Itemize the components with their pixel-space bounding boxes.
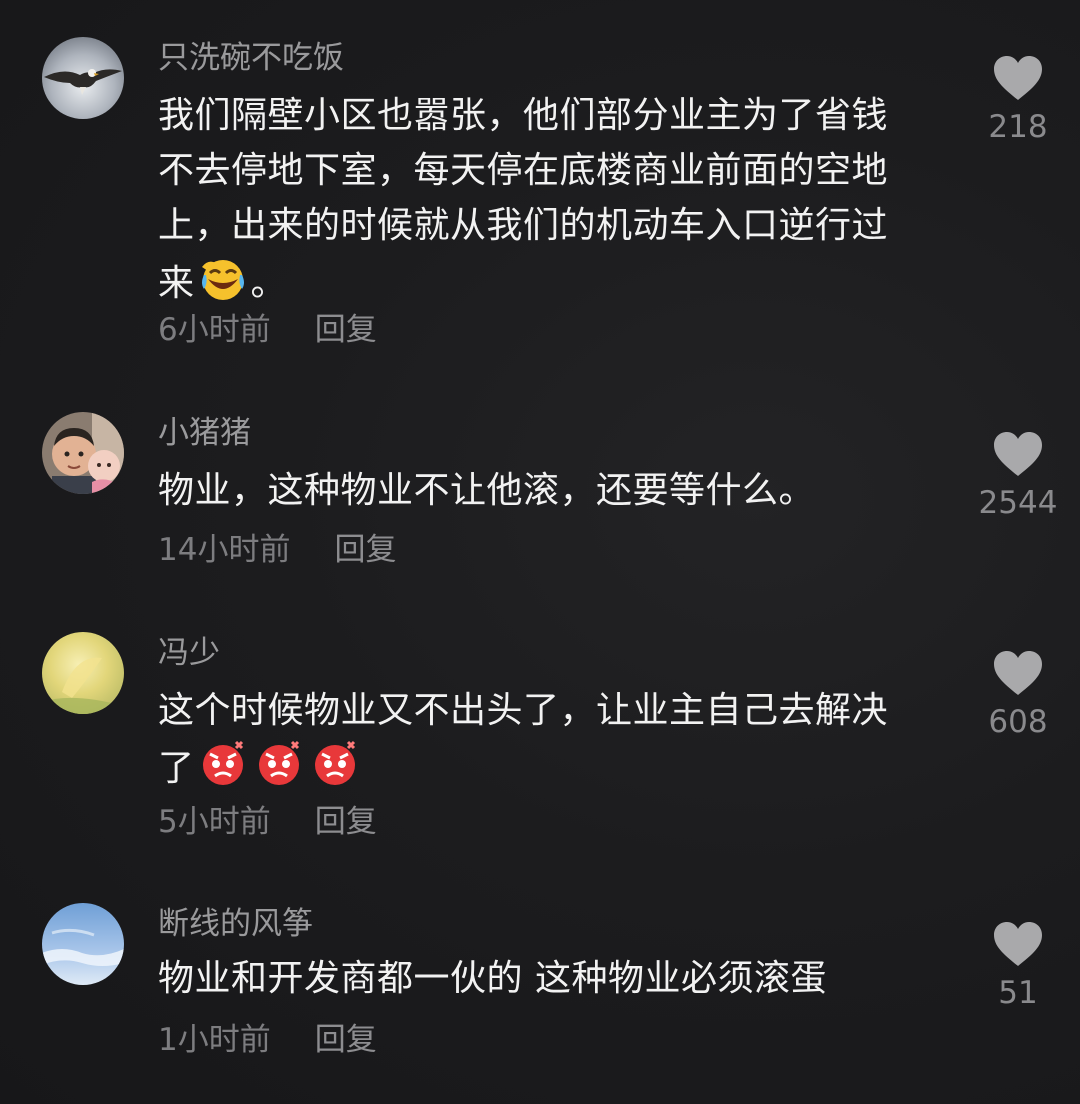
username[interactable]: 只洗碗不吃饭 [158,38,344,78]
yellow-flower-avatar-icon [42,632,124,714]
comment-list: 只洗碗不吃饭 我们隔壁小区也嚣张，他们部分业主为了省钱 不去停地下室，每天停在底… [0,0,1080,1104]
username[interactable]: 小猪猪 [158,413,251,453]
eagle-avatar-icon [42,37,124,119]
comment-text-fragment: 。 [250,263,288,304]
heart-icon [994,922,1042,966]
user-avatar[interactable] [42,632,124,714]
user-avatar[interactable] [42,37,124,119]
heart-icon [994,432,1042,476]
comment-text-fragment: 了 [158,748,195,789]
angry-face-emoji-icon [198,738,248,788]
username[interactable]: 冯少 [158,633,220,673]
comment-text-line-last: 了 [158,738,958,796]
comment-text-line: 上，出来的时候就从我们的机动车入口逆行过 [158,205,889,246]
comment-text: 物业和开发商都一伙的 这种物业必须滚蛋 [158,951,958,1006]
username[interactable]: 断线的风筝 [158,904,313,944]
comment-meta: 1小时前 回复 [158,1020,377,1060]
comment-text: 这个时候物业又不出头了，让业主自己去解决 了 [158,683,958,796]
like-button[interactable]: 2544 [958,432,1078,522]
comment-text: 我们隔壁小区也嚣张，他们部分业主为了省钱 不去停地下室，每天停在底楼商业前面的空… [158,88,958,311]
comment-text-line-last: 来 。 [158,253,958,311]
like-button[interactable]: 218 [958,56,1078,146]
comment-time: 14小时前 [158,532,291,568]
comment-text-line: 不去停地下室，每天停在底楼商业前面的空地 [158,150,889,191]
comment-text: 物业，这种物业不让他滚，还要等什么。 [158,463,958,518]
user-avatar[interactable] [42,412,124,494]
comment-text-line: 物业，这种物业不让他滚，还要等什么。 [158,470,816,511]
like-count: 2544 [978,485,1058,521]
angry-face-emoji-icon [254,738,304,788]
like-count: 51 [998,975,1038,1011]
comment-time: 5小时前 [158,804,271,840]
comment-time: 6小时前 [158,312,271,348]
reply-button[interactable]: 回复 [315,312,377,348]
comment-text-fragment: 来 [158,263,195,304]
reply-button[interactable]: 回复 [315,804,377,840]
comment-meta: 14小时前 回复 [158,530,396,570]
rolling-laughing-emoji-icon [198,253,248,303]
like-button[interactable]: 608 [958,651,1078,741]
comment-meta: 5小时前 回复 [158,802,377,842]
comment-meta: 6小时前 回复 [158,310,377,350]
blue-sky-avatar-icon [42,903,124,985]
user-avatar[interactable] [42,903,124,985]
comment-text-line: 这个时候物业又不出头了，让业主自己去解决 [158,690,889,731]
comment-text-line: 我们隔壁小区也嚣张，他们部分业主为了省钱 [158,95,889,136]
heart-icon [994,651,1042,695]
reply-button[interactable]: 回复 [315,1022,377,1058]
like-count: 218 [988,109,1048,145]
comment-text-line: 物业和开发商都一伙的 这种物业必须滚蛋 [158,958,827,999]
like-button[interactable]: 51 [958,922,1078,1012]
reply-button[interactable]: 回复 [334,532,396,568]
family-photo-avatar-icon [42,412,124,494]
like-count: 608 [988,704,1048,740]
angry-face-emoji-icon [310,738,360,788]
comment-time: 1小时前 [158,1022,271,1058]
heart-icon [994,56,1042,100]
